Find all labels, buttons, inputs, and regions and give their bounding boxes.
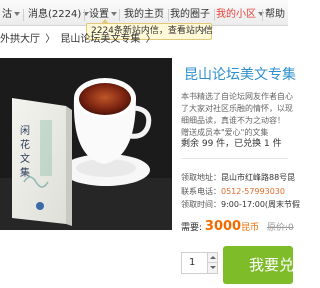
stock-status: 剩余 99 件，已兑换 1 件 <box>181 139 282 149</box>
product-title: 昆山论坛美文专集 <box>184 67 296 83</box>
my-circle-label: 我的圈子 <box>170 9 210 20</box>
chevron-down-icon <box>111 12 117 16</box>
description-line: 细细品读，真谁不为之动容！ <box>181 116 285 125</box>
hours-label: 领取时间： <box>181 200 221 209</box>
nav-hot-circle[interactable]: 我的小区 <box>216 0 264 26</box>
pickup-address-value: 昆山市红峰路88号昆 <box>221 173 296 182</box>
description-line: 本书精选了自论坛网友作者自心 <box>181 92 293 101</box>
phone-row: 联系电话：0512-57993030 <box>181 186 285 197</box>
breadcrumb: 外拱大厅 〉 昆山论坛美文专集 〉 <box>0 31 158 49</box>
price-unit: 昆币 <box>241 223 260 233</box>
svg-text:闲: 闲 <box>20 124 30 137</box>
description-line: 了大家对社区乐融的情怀，以现 <box>181 104 293 113</box>
quantity-value[interactable]: 1 <box>189 257 195 268</box>
pickup-address-row: 领取地址：昆山市红峰路88号昆 <box>181 172 295 183</box>
price-label: 需要: <box>181 223 203 233</box>
close-icon[interactable]: × <box>200 24 208 39</box>
svg-text:文: 文 <box>20 152 30 165</box>
pickup-address-label: 领取地址： <box>181 173 221 182</box>
breadcrumb-current[interactable]: 昆山论坛美文专集 <box>60 34 140 45</box>
nav-separator <box>168 9 169 21</box>
price-value: 3000 <box>204 219 242 234</box>
nav-separator <box>84 9 85 21</box>
nav-username[interactable]: 沽 <box>2 0 20 26</box>
increment-arrow-icon[interactable] <box>207 253 217 263</box>
nav-separator <box>119 9 120 21</box>
chevron-down-icon <box>258 12 264 16</box>
divider <box>181 158 288 159</box>
nav-separator <box>23 9 24 21</box>
price-row: 需要: 3000昆币 原价:0 <box>181 219 294 234</box>
product-image[interactable]: 闲 花 文 集 <box>0 58 172 230</box>
nav-help[interactable]: 帮助 <box>265 0 285 26</box>
redeem-button[interactable]: 我要兑换 <box>223 246 293 284</box>
nav-messages[interactable]: 消息(2224) <box>28 0 90 26</box>
messages-label: 消息(2224) <box>28 9 82 20</box>
tooltip-arrow <box>101 19 109 24</box>
phone-label: 联系电话： <box>181 187 221 196</box>
nav-separator <box>214 9 215 21</box>
breadcrumb-link-hall[interactable]: 外拱大厅 <box>0 34 40 45</box>
product-description: 本书精选了自论坛网友作者自心 了大家对社区乐融的情怀，以现 细细品读，真谁不为之… <box>181 91 311 139</box>
quantity-stepper[interactable]: 1 <box>181 252 218 274</box>
svg-text:花: 花 <box>20 138 30 151</box>
product-photo-illustration: 闲 花 文 集 <box>0 58 172 230</box>
username-label: 沽 <box>2 9 12 20</box>
breadcrumb-separator: 〉 <box>145 34 156 45</box>
hours-row: 领取时间：9:00-17:00(周末节假 <box>181 199 300 210</box>
my-homepage-label: 我的主页 <box>124 9 164 20</box>
help-label: 帮助 <box>265 9 285 20</box>
decrement-arrow-icon[interactable] <box>207 263 217 273</box>
hot-circle-label: 我的小区 <box>216 9 256 20</box>
original-price: 原价:0 <box>267 223 294 233</box>
nav-separator <box>262 9 263 21</box>
hours-value: 9:00-17:00(周末节假 <box>221 200 301 209</box>
chevron-down-icon <box>14 12 20 16</box>
breadcrumb-separator: 〉 <box>45 34 56 45</box>
phone-value: 0512-57993030 <box>221 187 285 196</box>
